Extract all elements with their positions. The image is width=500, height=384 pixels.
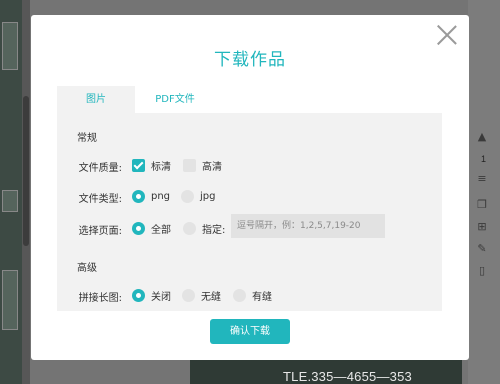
stitch-seamless-label: 无缝 (201, 292, 221, 303)
file-type-png-label: png (151, 191, 171, 202)
pages-custom-label: 指定: (202, 225, 226, 236)
canvas-text: TLE.335—4655—353 (283, 369, 412, 384)
stitch-gap-radio[interactable]: 有缝 (233, 288, 272, 303)
quality-hd-label: 高清 (202, 162, 222, 173)
section-advanced-label: 高级 (77, 263, 97, 274)
page-down-icon[interactable]: ≡ (476, 172, 488, 185)
quality-label: 文件质量: (78, 163, 122, 174)
radio-selected-icon (132, 222, 145, 235)
add-page-icon[interactable]: ⊞ (476, 220, 488, 233)
stitch-off-radio[interactable]: 关闭 (132, 288, 171, 303)
page-thumbnail[interactable] (2, 270, 18, 330)
pages-custom-radio[interactable]: 指定: (183, 221, 225, 236)
scrollbar-thumb[interactable] (23, 96, 29, 246)
options-panel (57, 113, 442, 311)
radio-unselected-icon (183, 222, 196, 235)
tab-image[interactable]: 图片 (57, 86, 135, 113)
section-general-label: 常规 (77, 133, 97, 144)
delete-page-icon[interactable]: ▯ (476, 264, 488, 277)
file-type-jpg-label: jpg (200, 191, 216, 202)
stitch-label: 拼接长图: (78, 293, 122, 304)
radio-unselected-icon (181, 190, 194, 203)
file-type-png-radio[interactable]: png (132, 190, 170, 203)
format-tabs: 图片 PDF文件 (57, 86, 215, 113)
file-type-jpg-radio[interactable]: jpg (181, 190, 215, 203)
page-range-input[interactable] (231, 214, 385, 238)
stitch-off-label: 关闭 (151, 292, 171, 303)
confirm-download-button[interactable]: 确认下载 (210, 319, 290, 344)
pages-all-radio[interactable]: 全部 (132, 221, 171, 236)
radio-selected-icon (132, 289, 145, 302)
radio-unselected-icon (233, 289, 246, 302)
stitch-seamless-radio[interactable]: 无缝 (182, 288, 221, 303)
checkbox-unchecked-icon (183, 159, 196, 172)
quality-standard-label: 标清 (151, 162, 171, 173)
radio-unselected-icon (182, 289, 195, 302)
clean-icon[interactable]: ✎ (476, 242, 488, 255)
quality-hd-checkbox[interactable]: 高清 (183, 158, 222, 173)
pages-label: 选择页面: (78, 226, 122, 237)
close-icon[interactable] (436, 24, 458, 46)
page-thumbnail[interactable] (2, 190, 18, 212)
radio-selected-icon (132, 190, 145, 203)
copy-page-icon[interactable]: ❐ (476, 198, 488, 211)
page-up-icon[interactable]: ▲ (476, 130, 488, 143)
quality-standard-checkbox[interactable]: 标清 (132, 158, 171, 173)
dialog-title: 下载作品 (214, 50, 286, 70)
page-number: 1 (480, 154, 486, 164)
file-type-label: 文件类型: (78, 194, 122, 205)
tab-pdf[interactable]: PDF文件 (135, 86, 215, 113)
checkbox-checked-icon (132, 159, 145, 172)
pages-all-label: 全部 (151, 225, 171, 236)
stitch-gap-label: 有缝 (252, 292, 272, 303)
